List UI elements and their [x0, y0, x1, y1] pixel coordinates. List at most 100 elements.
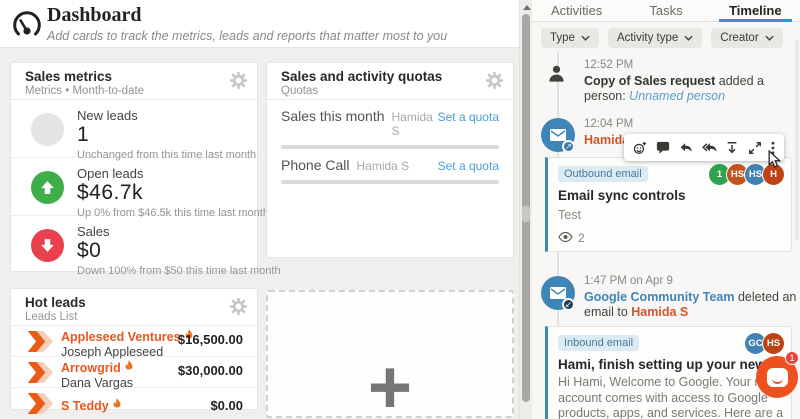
quota-progress-bar [281, 180, 499, 184]
timeline-entry: 12:52 PM Copy of Sales request added a p… [584, 59, 798, 104]
sidebar-tabs: Activities Tasks Timeline [532, 0, 800, 22]
lead-row[interactable]: Appleseed Ventures Joseph Appleseed $16,… [11, 326, 257, 357]
reply-all-icon[interactable] [702, 141, 717, 155]
lead-name: Arrowgrid [61, 361, 121, 375]
entry-actor: Copy of Sales request [584, 74, 715, 88]
card-subtitle: Metrics • Month-to-date [25, 85, 243, 97]
tab-timeline[interactable]: Timeline [711, 0, 800, 21]
timestamp: 12:04 PM [584, 118, 798, 130]
trend-flat-icon [31, 113, 64, 146]
metric-row: Open leads $46.7k Up 0% from $46.5k this… [11, 158, 257, 216]
page-subtitle: Add cards to track the metrics, leads an… [47, 29, 447, 43]
inbound-email-card[interactable]: Inbound email GC HS Hami, finish setting… [545, 326, 792, 419]
chevron-down-icon [765, 32, 774, 44]
set-quota-link[interactable]: Set a quota [438, 110, 499, 124]
flame-icon [124, 360, 134, 375]
card-title: Sales metrics [25, 69, 243, 84]
add-reaction-icon[interactable] [633, 141, 647, 155]
comment-icon[interactable] [656, 141, 670, 155]
page-title: Dashboard [47, 4, 141, 27]
metric-label: Sales [77, 224, 243, 239]
add-card-button[interactable]: + [266, 290, 514, 418]
participant-avatars: GC HS [749, 332, 785, 355]
quota-label: Sales this month [281, 108, 385, 124]
metric-label: Open leads [77, 166, 243, 181]
quota-row: Phone Call Hamida S Set a quota [267, 149, 513, 184]
contact-link[interactable]: Hamida S [631, 305, 688, 319]
trend-up-icon [31, 171, 64, 204]
sender-link[interactable]: Google Community Team [584, 290, 734, 304]
unnamed-person-link[interactable]: Unnamed person [629, 89, 725, 103]
card-title: Sales and activity quotas [281, 69, 499, 84]
cursor-icon [768, 150, 783, 169]
lead-arrow-icon [26, 330, 54, 353]
vertical-scrollbar[interactable] [519, 0, 532, 419]
gear-icon[interactable] [230, 72, 247, 89]
timeline-filters: Type Activity type Creator [541, 28, 783, 48]
person-icon [547, 64, 566, 83]
hot-leads-card: Hot leads Leads List [10, 288, 258, 410]
card-subtitle: Leads List [25, 311, 243, 323]
metric-row: Sales $0 Down 100% from $50 this time la… [11, 216, 257, 274]
timeline-entry: 1:47 PM on Apr 9 Google Community Team d… [584, 275, 798, 320]
email-hover-toolbar [624, 134, 784, 161]
filter-label: Type [550, 32, 575, 44]
lead-value: $30,000.00 [178, 363, 243, 378]
lead-value: $0.00 [210, 398, 243, 413]
email-snippet: Test [558, 208, 786, 224]
card-subtitle: Quotas [281, 85, 499, 97]
expand-icon[interactable] [748, 141, 762, 155]
card-header: Sales and activity quotas Quotas [267, 63, 513, 100]
view-count: 2 [558, 231, 585, 245]
download-icon[interactable] [725, 141, 739, 155]
type-filter-button[interactable]: Type [541, 28, 599, 48]
email-subject: Email sync controls [558, 188, 686, 203]
tab-activities[interactable]: Activities [532, 0, 621, 21]
scrollbar-grip [522, 206, 530, 222]
timestamp: 12:52 PM [584, 59, 798, 71]
gear-icon[interactable] [486, 72, 503, 89]
lead-arrow-icon [26, 392, 54, 415]
quota-user: Hamida S [357, 159, 438, 173]
metric-label: New leads [77, 108, 243, 123]
outbound-email-card[interactable]: Outbound email 1 HS HS H Email sync cont… [545, 157, 792, 252]
gear-icon[interactable] [230, 298, 247, 315]
quotas-card: Sales and activity quotas Quotas Sales t… [266, 62, 514, 258]
avatar[interactable]: HS [762, 332, 785, 355]
quota-user: Hamida S [392, 110, 438, 138]
lead-arrow-icon [26, 361, 54, 384]
metric-value: $46.7k [77, 181, 243, 205]
scrollbar-thumb[interactable] [522, 14, 530, 402]
notification-badge: 1 [785, 351, 799, 365]
trend-down-icon [31, 229, 64, 262]
lead-name: Appleseed Ventures [61, 330, 181, 344]
tab-tasks[interactable]: Tasks [621, 0, 710, 21]
reply-icon[interactable] [679, 141, 693, 155]
quota-label: Phone Call [281, 157, 350, 173]
activity-type-filter-button[interactable]: Activity type [608, 28, 702, 48]
creator-filter-button[interactable]: Creator [711, 28, 782, 48]
outbound-arrow-icon: ↗ [562, 140, 575, 153]
lead-row[interactable]: Arrowgrid Dana Vargas $30,000.00 [11, 357, 257, 388]
filter-label: Activity type [617, 32, 678, 44]
lead-value: $16,500.00 [178, 332, 243, 347]
card-header: Hot leads Leads List [11, 289, 257, 326]
chevron-down-icon [581, 32, 590, 44]
dashboard-panel: Dashboard Add cards to track the metrics… [0, 0, 519, 419]
chevron-down-icon [684, 32, 693, 44]
metric-note: Down 100% from $50 this time last month [77, 265, 243, 277]
sales-metrics-card: Sales metrics Metrics • Month-to-date Ne… [10, 62, 258, 272]
filter-label: Creator [720, 32, 758, 44]
card-title: Hot leads [25, 295, 243, 310]
lead-name: S Teddy [61, 399, 109, 413]
scroll-up-icon[interactable] [523, 5, 531, 10]
metric-value: $0 [77, 239, 243, 263]
crm-dashboard-app: Dashboard Add cards to track the metrics… [0, 0, 800, 419]
flame-icon [112, 398, 122, 413]
page-header: Dashboard Add cards to track the metrics… [0, 0, 519, 48]
lead-row[interactable]: S Teddy $0.00 [11, 388, 257, 419]
email-snippet: Hi Hami, Welcome to Google. Your new acc… [558, 375, 786, 419]
set-quota-link[interactable]: Set a quota [438, 159, 499, 173]
sidebar-scrollbar[interactable] [795, 40, 799, 240]
eye-icon [558, 231, 573, 245]
